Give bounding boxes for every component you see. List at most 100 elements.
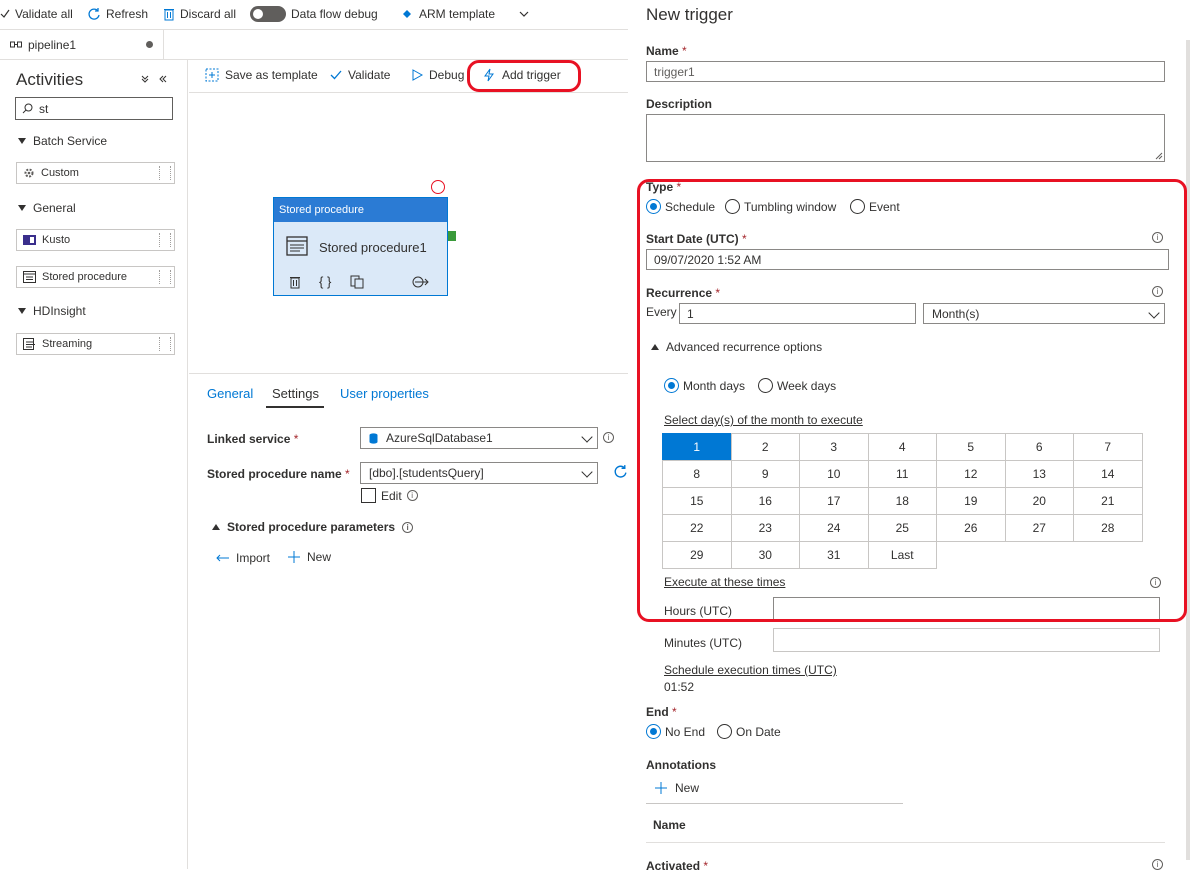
start-date-input[interactable]: 09/07/2020 1:52 AM: [646, 249, 1169, 270]
radio-selected[interactable]: [664, 378, 679, 393]
code-icon[interactable]: { }: [319, 274, 331, 289]
validate-all-button[interactable]: Validate all: [0, 7, 73, 21]
copy-icon[interactable]: [350, 275, 364, 289]
day-cell[interactable]: 5: [936, 433, 1006, 461]
day-cell[interactable]: 2: [730, 433, 800, 461]
new-annotation-button[interactable]: New: [655, 781, 699, 795]
radio-unselected[interactable]: [717, 724, 732, 739]
end-no-end-radio[interactable]: No End: [646, 724, 705, 739]
day-cell[interactable]: 11: [867, 460, 937, 488]
day-cell[interactable]: 15: [662, 487, 732, 515]
failure-handle-icon[interactable]: [431, 180, 445, 194]
refresh-icon[interactable]: [613, 464, 628, 479]
description-textarea[interactable]: [646, 114, 1165, 162]
sp-parameters-section[interactable]: Stored procedure parameters i: [212, 520, 414, 534]
day-cell[interactable]: 3: [799, 433, 869, 461]
radio-unselected[interactable]: [758, 378, 773, 393]
activity-streaming[interactable]: Streaming: [16, 333, 175, 355]
day-cell[interactable]: 17: [799, 487, 869, 515]
import-button[interactable]: Import: [215, 551, 270, 565]
day-cell[interactable]: Last: [867, 541, 937, 569]
save-as-template-button[interactable]: Save as template: [205, 68, 318, 82]
day-cell[interactable]: 26: [936, 514, 1006, 542]
toggle-switch[interactable]: [250, 6, 286, 22]
drag-handle[interactable]: [159, 270, 171, 284]
day-cell[interactable]: 16: [730, 487, 800, 515]
tab-settings[interactable]: Settings: [272, 386, 319, 401]
day-cell[interactable]: 14: [1073, 460, 1143, 488]
activity-search-input[interactable]: st: [15, 97, 173, 120]
day-cell[interactable]: 7: [1073, 433, 1143, 461]
day-cell[interactable]: 22: [662, 514, 732, 542]
discard-all-button[interactable]: Discard all: [163, 7, 236, 21]
checkbox-box[interactable]: [361, 488, 376, 503]
output-arrow-icon[interactable]: [412, 276, 430, 288]
validate-button[interactable]: Validate: [330, 68, 390, 82]
day-cell[interactable]: 29: [662, 541, 732, 569]
section-batch-service[interactable]: Batch Service: [18, 134, 107, 148]
tab-pipeline1[interactable]: pipeline1: [0, 30, 164, 60]
success-handle-icon[interactable]: [448, 231, 456, 241]
radio-selected[interactable]: [646, 724, 661, 739]
day-cell[interactable]: 10: [799, 460, 869, 488]
new-parameter-button[interactable]: New: [288, 550, 331, 564]
day-cell[interactable]: 8: [662, 460, 732, 488]
add-trigger-button[interactable]: Add trigger: [482, 68, 561, 82]
debug-button[interactable]: Debug: [411, 68, 464, 82]
day-cell[interactable]: 23: [730, 514, 800, 542]
radio-unselected[interactable]: [850, 199, 865, 214]
day-cell[interactable]: 13: [1004, 460, 1074, 488]
recurrence-unit-select[interactable]: Month(s): [923, 303, 1165, 324]
drag-handle[interactable]: [159, 337, 171, 351]
day-cell[interactable]: 9: [730, 460, 800, 488]
delete-icon[interactable]: [289, 275, 301, 289]
day-cell[interactable]: 20: [1004, 487, 1074, 515]
day-cell[interactable]: 24: [799, 514, 869, 542]
day-cell[interactable]: 27: [1004, 514, 1074, 542]
arm-template-menu[interactable]: ARM template: [400, 7, 495, 21]
day-cell[interactable]: 30: [730, 541, 800, 569]
day-cell[interactable]: 25: [867, 514, 937, 542]
day-cell[interactable]: 28: [1073, 514, 1143, 542]
day-cell[interactable]: 21: [1073, 487, 1143, 515]
activity-stored-procedure[interactable]: Stored procedure: [16, 266, 175, 288]
day-cell[interactable]: 1: [662, 433, 732, 461]
day-cell[interactable]: 19: [936, 487, 1006, 515]
minutes-input[interactable]: [773, 628, 1160, 652]
day-cell[interactable]: 18: [867, 487, 937, 515]
refresh-button[interactable]: Refresh: [87, 7, 148, 21]
scrollbar[interactable]: [1186, 40, 1190, 860]
chevron-down-icon[interactable]: [518, 8, 530, 20]
section-general[interactable]: General: [18, 201, 76, 215]
type-tumbling-window-radio[interactable]: Tumbling window: [725, 199, 836, 214]
radio-selected[interactable]: [646, 199, 661, 214]
day-cell[interactable]: 12: [936, 460, 1006, 488]
collapse-panel-icon[interactable]: [158, 74, 168, 84]
activity-node-stored-procedure[interactable]: Stored procedure Stored procedure1 { }: [273, 197, 448, 296]
drag-handle[interactable]: [159, 166, 171, 180]
day-cell[interactable]: 31: [799, 541, 869, 569]
type-schedule-radio[interactable]: Schedule: [646, 199, 715, 214]
hours-input[interactable]: [773, 597, 1160, 621]
day-cell[interactable]: 6: [1004, 433, 1074, 461]
radio-unselected[interactable]: [725, 199, 740, 214]
month-days-radio[interactable]: Month days: [664, 378, 745, 393]
type-event-radio[interactable]: Event: [850, 199, 900, 214]
every-interval-input[interactable]: 1: [679, 303, 916, 324]
data-flow-debug-toggle[interactable]: Data flow debug: [250, 6, 378, 22]
day-cell[interactable]: 4: [867, 433, 937, 461]
collapse-all-icon[interactable]: [140, 74, 150, 84]
tab-user-properties[interactable]: User properties: [340, 386, 429, 401]
trigger-name-input[interactable]: trigger1: [646, 61, 1165, 82]
activity-custom[interactable]: Custom: [16, 162, 175, 184]
advanced-recurrence-toggle[interactable]: Advanced recurrence options: [651, 340, 822, 354]
edit-checkbox[interactable]: Edit i: [361, 488, 418, 503]
activity-kusto[interactable]: Kusto: [16, 229, 175, 251]
drag-handle[interactable]: [159, 233, 171, 247]
stored-procedure-name-select[interactable]: [dbo].[studentsQuery]: [360, 462, 598, 484]
section-hdinsight[interactable]: HDInsight: [18, 304, 86, 318]
end-on-date-radio[interactable]: On Date: [717, 724, 781, 739]
linked-service-select[interactable]: AzureSqlDatabase1: [360, 427, 598, 449]
tab-general[interactable]: General: [207, 386, 253, 401]
week-days-radio[interactable]: Week days: [758, 378, 836, 393]
